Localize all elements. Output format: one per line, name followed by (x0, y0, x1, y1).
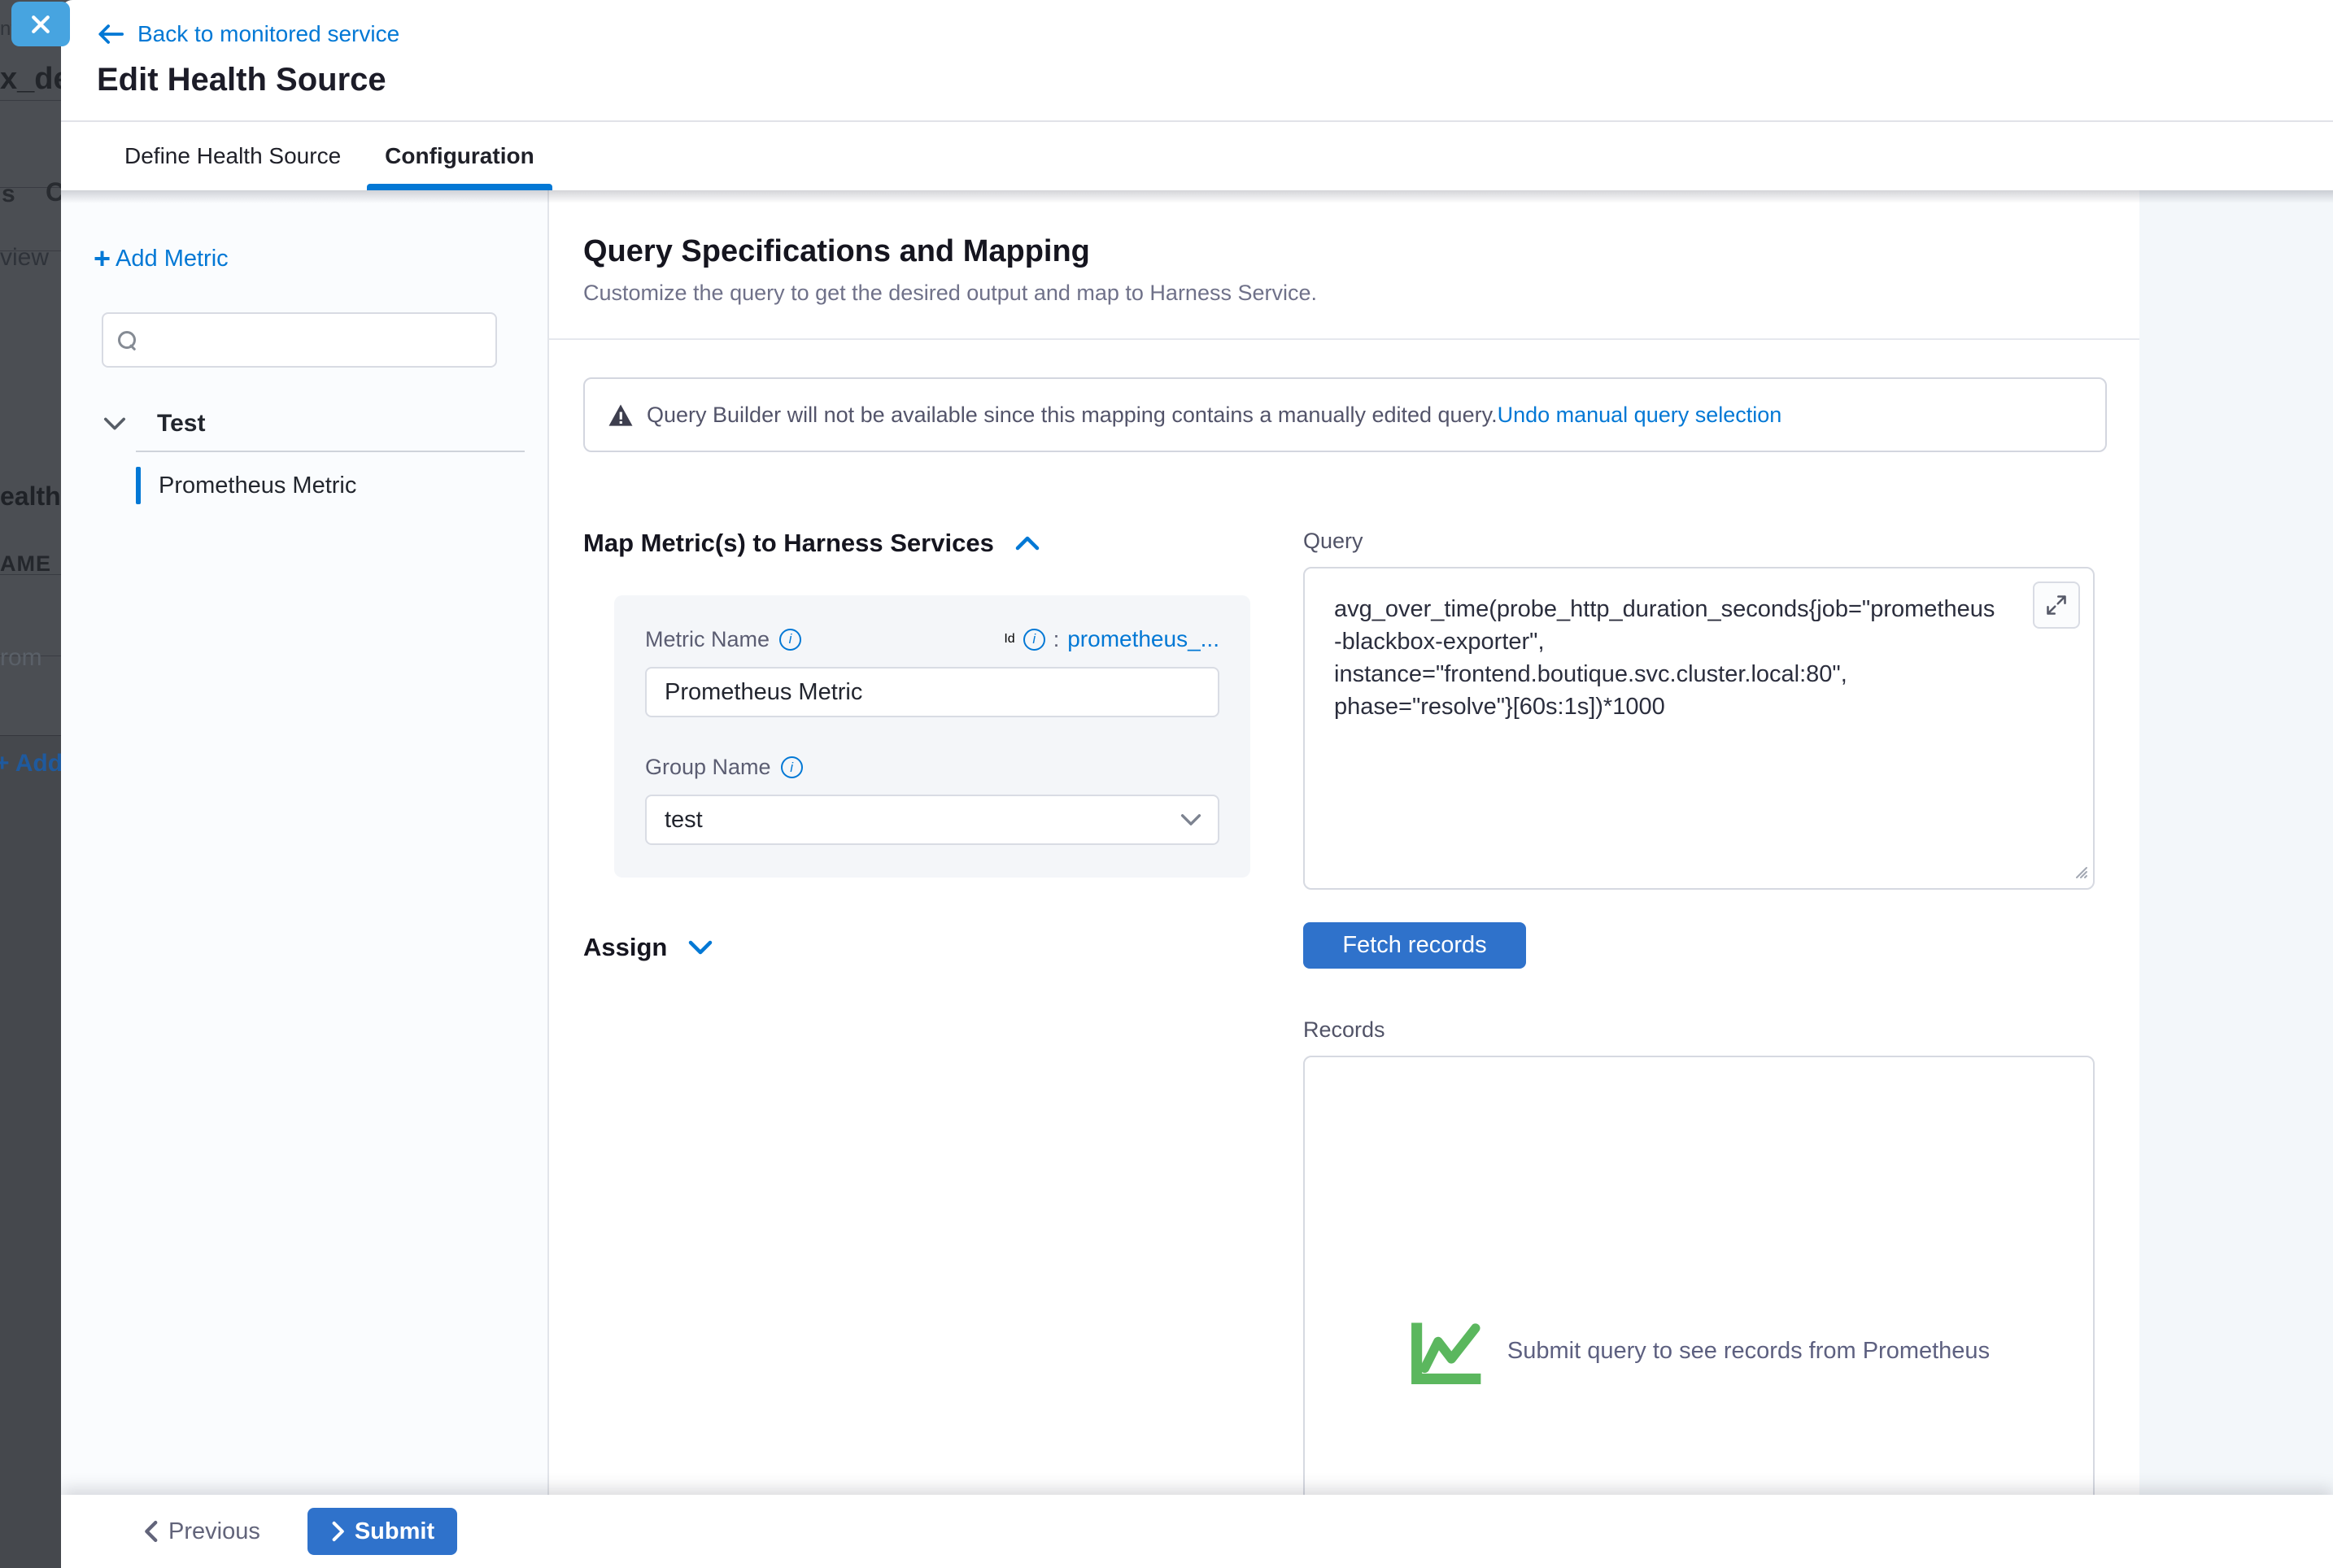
group-divider (136, 451, 525, 452)
sidebar-item-prometheus-metric[interactable]: Prometheus Metric (136, 467, 525, 504)
metrics-sidebar: + Add Metric Test Prometheus Metric (61, 190, 549, 1495)
right-gutter (2139, 190, 2333, 1495)
map-metrics-section-toggle[interactable]: Map Metric(s) to Harness Services (583, 529, 1250, 558)
previous-button[interactable]: Previous (142, 1518, 260, 1545)
tab-label: Define Health Source (124, 143, 341, 169)
info-icon[interactable]: i (1023, 629, 1045, 651)
close-modal-button[interactable] (11, 2, 70, 46)
search-icon (118, 331, 136, 349)
metric-group-test[interactable]: Test (103, 410, 525, 438)
group-name-label: Group Name (645, 755, 771, 780)
chevron-right-icon (330, 1521, 345, 1542)
resize-handle-icon[interactable] (2070, 861, 2088, 883)
records-empty-state: Submit query to see records from Prometh… (1305, 1318, 2093, 1384)
query-column: Query avg_over_time(probe_http_duration_… (1303, 529, 2096, 1495)
group-name-select[interactable]: test (645, 795, 1219, 845)
chevron-up-icon (1015, 535, 1040, 551)
tab-define-health-source[interactable]: Define Health Source (107, 122, 359, 190)
records-empty-message: Submit query to see records from Prometh… (1507, 1338, 1990, 1365)
submit-button[interactable]: Submit (307, 1508, 457, 1555)
query-label: Query (1303, 529, 2096, 554)
plus-icon: + (94, 244, 111, 273)
chevron-down-icon (1180, 813, 1201, 826)
assign-section-toggle[interactable]: Assign (583, 933, 1250, 962)
info-icon[interactable]: i (781, 756, 803, 778)
info-icon[interactable]: i (779, 629, 801, 651)
expand-query-button[interactable] (2033, 581, 2080, 629)
edit-health-source-screen: nt x_dev s C view ealth S AME rom + Add … (0, 0, 2333, 1568)
backdrop-text-fragment: rom (0, 644, 42, 672)
modal-header: Back to monitored service Edit Health So… (61, 0, 2333, 122)
metric-search-box[interactable] (102, 312, 497, 368)
query-text[interactable]: avg_over_time(probe_http_duration_second… (1334, 593, 1999, 723)
backdrop-text-fragment: view (0, 244, 49, 272)
id-value-link[interactable]: prometheus_... (1067, 626, 1219, 652)
backdrop-text-fragment: + Add (0, 750, 63, 777)
back-link-label: Back to monitored service (137, 21, 399, 47)
id-separator: : (1053, 627, 1060, 652)
assign-title: Assign (583, 933, 667, 962)
chevron-down-icon (688, 939, 713, 956)
tab-label: Configuration (385, 143, 534, 169)
metric-name-input[interactable] (645, 667, 1219, 717)
back-to-monitored-service-link[interactable]: Back to monitored service (97, 21, 2333, 47)
query-builder-warning-banner: Query Builder will not be available sinc… (583, 377, 2107, 452)
modal-body: + Add Metric Test Prometheus Metric (61, 190, 2333, 1495)
records-label: Records (1303, 1017, 2096, 1043)
metric-mapping-card: Metric Name i Id i : prometheus_... (614, 595, 1250, 878)
chevron-left-icon (142, 1520, 159, 1543)
metric-search-input[interactable] (146, 328, 481, 353)
backdrop-text-fragment: AME (0, 551, 51, 577)
group-name-value: test (665, 807, 703, 834)
modal-footer: Previous Submit (61, 1495, 2333, 1568)
chevron-down-icon (103, 416, 126, 431)
previous-label: Previous (168, 1518, 260, 1545)
fetch-records-button[interactable]: Fetch records (1303, 922, 1526, 969)
selected-indicator (136, 467, 141, 504)
map-metrics-title: Map Metric(s) to Harness Services (583, 529, 994, 558)
line-chart-icon (1408, 1318, 1489, 1384)
submit-label: Submit (355, 1518, 434, 1545)
mapping-column: Map Metric(s) to Harness Services Metric… (583, 529, 1250, 1495)
records-panel: Submit query to see records from Prometh… (1303, 1056, 2095, 1495)
id-label: Id (1004, 632, 1014, 647)
metric-name-label: Metric Name (645, 627, 770, 652)
add-metric-button[interactable]: + Add Metric (94, 244, 525, 273)
tab-configuration[interactable]: Configuration (367, 122, 552, 190)
metric-item-label: Prometheus Metric (159, 473, 356, 499)
section-divider (549, 338, 2139, 340)
expand-icon (2045, 594, 2068, 616)
add-metric-label: Add Metric (116, 246, 229, 272)
edit-health-source-modal: Back to monitored service Edit Health So… (61, 0, 2333, 1568)
undo-manual-query-link[interactable]: Undo manual query selection (1498, 403, 1782, 428)
warning-triangle-icon (608, 403, 634, 427)
arrow-left-icon (97, 24, 124, 45)
main-panel: Query Specifications and Mapping Customi… (549, 190, 2139, 1495)
page-title: Edit Health Source (97, 62, 2333, 98)
query-editor[interactable]: avg_over_time(probe_http_duration_second… (1303, 567, 2095, 890)
metric-group-name: Test (157, 410, 205, 438)
backdrop-text-fragment: s (2, 181, 15, 208)
section-heading: Query Specifications and Mapping (583, 234, 2139, 269)
warning-text: Query Builder will not be available sinc… (647, 403, 1498, 428)
section-subheading: Customize the query to get the desired o… (583, 281, 2139, 306)
tab-bar: Define Health Source Configuration (61, 122, 2333, 190)
close-icon (28, 12, 53, 37)
